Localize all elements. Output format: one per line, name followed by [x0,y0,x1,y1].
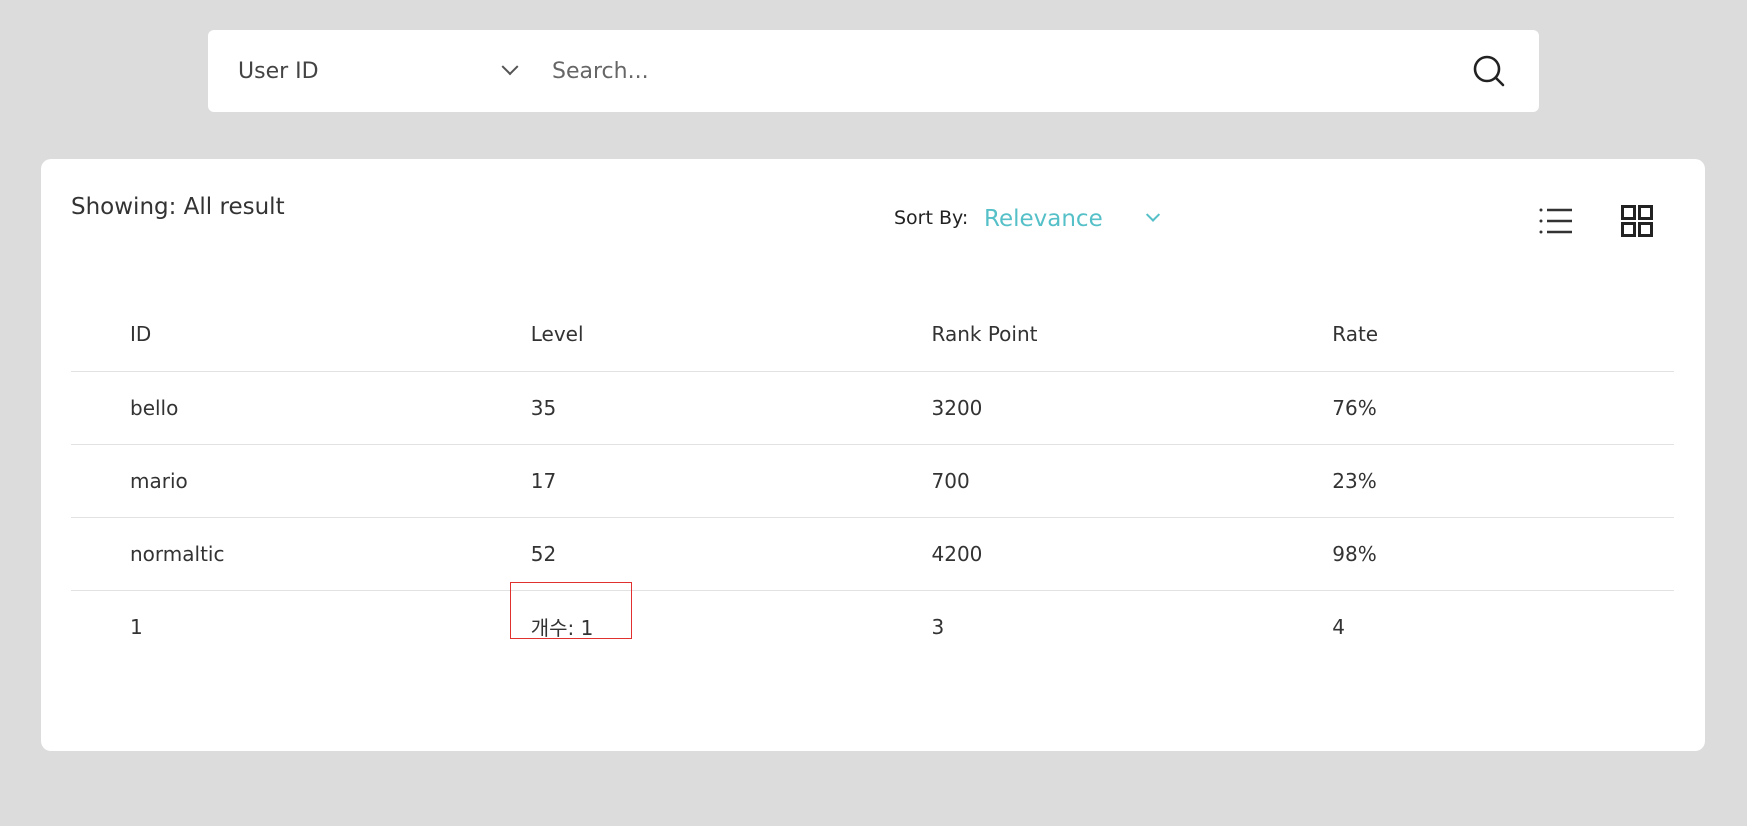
count-text: 개수: 1 [530,616,594,641]
column-header-level: Level [530,322,584,347]
chevron-down-icon [1145,207,1161,222]
grid-view-icon [1621,205,1653,237]
cell-rate: 98% [1332,541,1377,566]
cell-level: 35 [530,395,557,420]
results-table: ID Level Rank Point Rate bello 35 3200 7… [71,298,1674,663]
cell-rank-point: 4200 [931,541,983,566]
grid-view-button[interactable] [1617,201,1657,241]
table-header-row: ID Level Rank Point Rate [71,298,1674,371]
search-button[interactable] [1439,30,1539,112]
cell-rate: 23% [1332,468,1377,493]
showing-label: Showing: All result [71,194,285,220]
cell-total-rank-point: 3 [931,614,945,639]
sort-by-label: Sort By: [894,207,969,229]
sort-value: Relevance [984,206,1103,232]
list-view-icon [1539,208,1572,234]
cell-level: 17 [530,468,557,493]
table-row[interactable]: bello 35 3200 76% [71,371,1674,444]
cell-level: 52 [530,541,557,566]
cell-rank-point: 3200 [931,395,983,420]
cell-id: mario [130,468,188,493]
search-icon [1473,55,1505,87]
sort-select[interactable]: Relevance [984,197,1164,241]
chevron-down-icon [501,58,519,76]
column-header-id: ID [130,322,152,347]
table-total-row: 1 개수: 1 3 4 [71,582,1674,663]
cell-rank-point: 700 [931,468,970,493]
cell-total-id: 1 [130,614,143,639]
list-view-button[interactable] [1536,201,1576,241]
column-header-rank-point: Rank Point [931,322,1038,347]
search-bar: User ID [208,30,1539,112]
cell-total-rate: 4 [1332,614,1345,639]
search-field-select[interactable]: User ID [208,30,538,112]
cell-total-count: 개수: 1 [472,582,873,663]
cell-rate: 76% [1332,395,1377,420]
count-cell-inner: 개수: 1 [509,582,632,641]
table-row[interactable]: mario 17 700 23% [71,444,1674,517]
search-field-label: User ID [238,58,319,84]
search-input[interactable] [538,30,1439,112]
cell-id: normaltic [130,541,225,566]
table-row[interactable]: normaltic 52 4200 98% [71,517,1674,590]
cell-id: bello [130,395,179,420]
column-header-rate: Rate [1332,322,1379,347]
